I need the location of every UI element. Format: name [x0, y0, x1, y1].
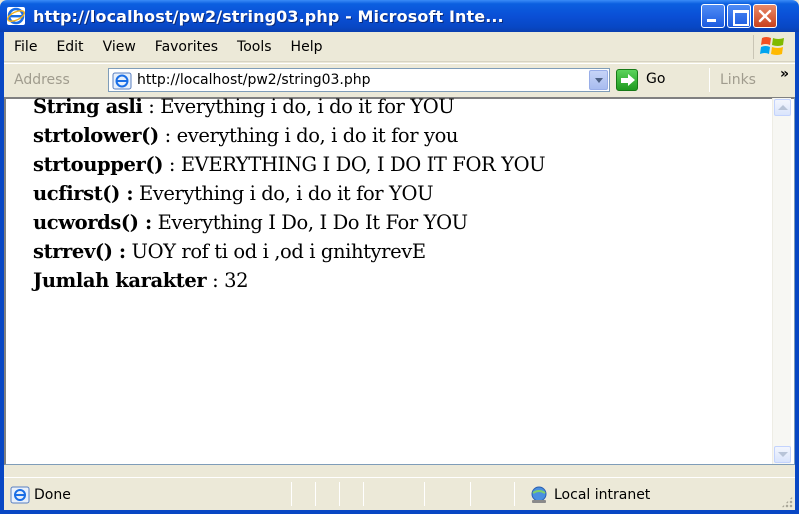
line-value: everything i do, i do it for you: [176, 124, 459, 147]
line-strrev: strrev() : UOY rof ti od i ,od i gnihtyr…: [33, 237, 545, 266]
line-label: ucfirst() :: [33, 182, 134, 205]
line-label: strtolower(): [33, 124, 159, 147]
go-button[interactable]: Go: [616, 69, 696, 93]
resize-grip[interactable]: [781, 496, 793, 508]
line-string-asli: String asli : Everything i do, i do it f…: [33, 92, 545, 121]
line-label: String asli: [33, 95, 143, 118]
windows-logo-icon: [753, 35, 787, 59]
title-bar[interactable]: http://localhost/pw2/string03.php - Micr…: [0, 0, 799, 32]
line-label: strrev() :: [33, 240, 126, 263]
go-arrow-icon: [616, 69, 638, 91]
page-icon: [112, 72, 132, 90]
menu-favorites[interactable]: Favorites: [155, 39, 218, 55]
menu-help[interactable]: Help: [291, 39, 323, 55]
line-separator: :: [142, 95, 161, 118]
local-intranet-icon: [531, 486, 547, 503]
menu-file[interactable]: File: [14, 39, 37, 55]
status-pane-divider: [424, 482, 425, 506]
security-zone-text: Local intranet: [554, 487, 651, 503]
line-strtolower: strtolower() : everything i do, i do it …: [33, 121, 545, 150]
go-label: Go: [646, 71, 666, 87]
address-bar: Address http://localhost/pw2/string03.ph…: [4, 63, 795, 95]
menu-view[interactable]: View: [103, 39, 136, 55]
status-pane-divider: [514, 482, 515, 506]
menu-edit[interactable]: Edit: [56, 39, 83, 55]
address-url: http://localhost/pw2/string03.php: [137, 72, 371, 88]
line-ucwords: ucwords() : Everything I Do, I Do It For…: [33, 208, 545, 237]
address-input[interactable]: http://localhost/pw2/string03.php: [108, 68, 610, 92]
status-pane-divider: [339, 482, 340, 506]
minimize-button[interactable]: [701, 4, 725, 28]
status-pane-divider: [363, 482, 364, 506]
line-value: Everything I Do, I Do It For YOU: [157, 211, 469, 234]
close-icon: [758, 9, 772, 23]
links-label[interactable]: Links: [720, 72, 756, 88]
vertical-scrollbar[interactable]: [772, 98, 791, 464]
address-dropdown-button[interactable]: [589, 70, 608, 90]
close-button[interactable]: [753, 4, 777, 28]
line-label: Jumlah karakter: [33, 269, 207, 292]
links-separator: [709, 68, 710, 92]
line-value: 32: [224, 269, 249, 292]
window-title: http://localhost/pw2/string03.php - Micr…: [33, 6, 504, 26]
line-value: EVERYTHING I DO, I DO IT FOR YOU: [180, 153, 546, 176]
scroll-up-button[interactable]: [774, 99, 791, 116]
menu-tools[interactable]: Tools: [237, 39, 272, 55]
line-separator: :: [206, 269, 225, 292]
ie-icon: [6, 7, 26, 25]
line-label: ucwords() :: [33, 211, 152, 234]
status-text: Done: [34, 487, 71, 503]
line-separator: :: [163, 153, 181, 176]
line-separator: :: [158, 124, 177, 147]
page-done-icon: [10, 486, 30, 504]
line-value: Everything i do, i do it for YOU: [138, 182, 434, 205]
line-strtoupper: strtoupper() : EVERYTHING I DO, I DO IT …: [33, 150, 546, 179]
window-frame-right: [795, 32, 799, 514]
line-value: UOY rof ti od i ,od i gnihtyrevE: [131, 240, 427, 263]
links-more-icon[interactable]: »: [780, 66, 789, 82]
line-ucfirst: ucfirst() : Everything i do, i do it for…: [33, 179, 545, 208]
page-body: String asli : Everything i do, i do it f…: [33, 92, 546, 295]
menu-bar: File Edit View Favorites Tools Help: [4, 32, 795, 62]
status-pane-divider: [315, 482, 316, 506]
line-label: strtoupper(): [33, 153, 164, 176]
line-value: Everything i do, i do it for YOU: [160, 95, 455, 118]
address-label: Address: [14, 72, 70, 88]
maximize-button[interactable]: [727, 4, 751, 28]
line-jumlah-karakter: Jumlah karakter : 32: [33, 266, 545, 295]
window-frame-bottom: [0, 510, 799, 514]
status-bar: Done Local intranet: [4, 477, 795, 510]
status-pane-divider: [291, 482, 292, 506]
status-pane-divider: [470, 482, 471, 506]
scroll-down-button[interactable]: [774, 446, 791, 463]
